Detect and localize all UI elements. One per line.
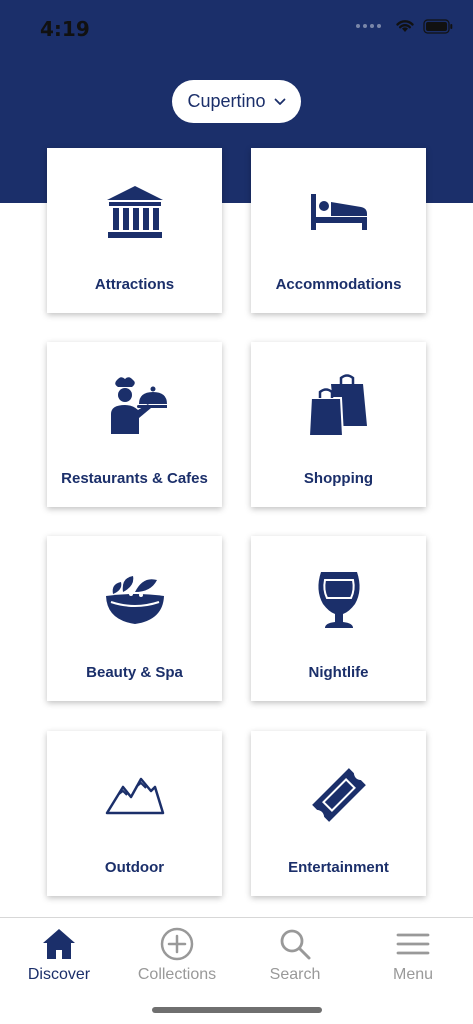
spa-bowl-icon (105, 576, 164, 624)
shopping-bags-icon (307, 374, 367, 437)
category-grid: Attractions Accommodations Restaurants &… (0, 0, 473, 900)
category-label: Nightlife (308, 664, 369, 681)
category-label: Accommodations (275, 276, 402, 293)
tab-discover[interactable]: Discover (0, 926, 118, 986)
category-card-beauty-spa[interactable]: Beauty & Spa (47, 536, 222, 701)
category-card-accommodations[interactable]: Accommodations (251, 148, 426, 313)
bed-icon (310, 194, 367, 230)
category-label: Outdoor (104, 859, 165, 876)
beer-glass-icon (317, 572, 360, 628)
home-indicator (152, 1007, 322, 1013)
category-label: Beauty & Spa (86, 664, 183, 681)
category-card-shopping[interactable]: Shopping (251, 342, 426, 507)
tab-menu[interactable]: Menu (354, 926, 472, 986)
category-label: Shopping (303, 470, 374, 487)
tab-search[interactable]: Search (236, 926, 354, 986)
category-card-outdoor[interactable]: Outdoor (47, 731, 222, 896)
tab-collections[interactable]: Collections (118, 926, 236, 986)
category-card-nightlife[interactable]: Nightlife (251, 536, 426, 701)
category-card-attractions[interactable]: Attractions (47, 148, 222, 313)
ticket-icon (311, 768, 366, 822)
plus-circle-icon (160, 927, 194, 961)
category-label: Attractions (94, 276, 175, 293)
search-icon (280, 929, 311, 960)
chef-icon (110, 377, 167, 434)
hamburger-icon (396, 933, 430, 955)
tab-label: Discover (27, 966, 91, 983)
category-card-entertainment[interactable]: Entertainment (251, 731, 426, 896)
museum-icon (106, 186, 163, 238)
category-label: Entertainment (288, 859, 389, 876)
category-card-restaurants-cafes[interactable]: Restaurants & Cafes (47, 342, 222, 507)
home-icon (43, 929, 75, 959)
mountains-icon (105, 777, 164, 815)
tab-label: Search (269, 966, 321, 983)
tab-label: Menu (392, 966, 434, 983)
category-label: Restaurants & Cafes (61, 470, 208, 487)
tab-label: Collections (137, 966, 217, 983)
